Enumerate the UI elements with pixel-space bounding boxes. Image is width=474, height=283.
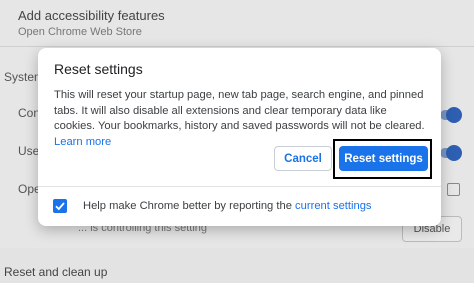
accessibility-title: Add accessibility features — [18, 8, 165, 23]
external-link-icon[interactable] — [447, 183, 460, 196]
system-row-1-label: Con — [18, 106, 41, 120]
reset-and-clean-up-heading: Reset and clean up — [4, 265, 108, 279]
current-settings-link[interactable]: current settings — [295, 200, 371, 212]
dialog-body-text: This will reset your startup page, new t… — [54, 89, 425, 132]
system-row-2-label: Use — [18, 144, 40, 158]
divider — [0, 46, 474, 47]
reset-settings-button[interactable]: Reset settings — [339, 146, 428, 171]
footer-label: Help make Chrome better by reporting the… — [83, 200, 372, 212]
checkmark-icon — [55, 202, 65, 211]
accessibility-subtitle: Open Chrome Web Store — [18, 26, 142, 38]
footer-text: Help make Chrome better by reporting the — [83, 200, 296, 212]
report-settings-checkbox[interactable] — [53, 199, 67, 213]
reset-settings-dialog: Reset settings This will reset your star… — [38, 48, 441, 226]
system-row-2-toggle[interactable] — [440, 145, 462, 161]
learn-more-link[interactable]: Learn more — [54, 136, 111, 148]
dialog-title: Reset settings — [54, 61, 143, 77]
system-row-1-toggle[interactable] — [440, 107, 462, 123]
dialog-footer: Help make Chrome better by reporting the… — [38, 186, 441, 226]
cancel-button[interactable]: Cancel — [274, 146, 332, 171]
